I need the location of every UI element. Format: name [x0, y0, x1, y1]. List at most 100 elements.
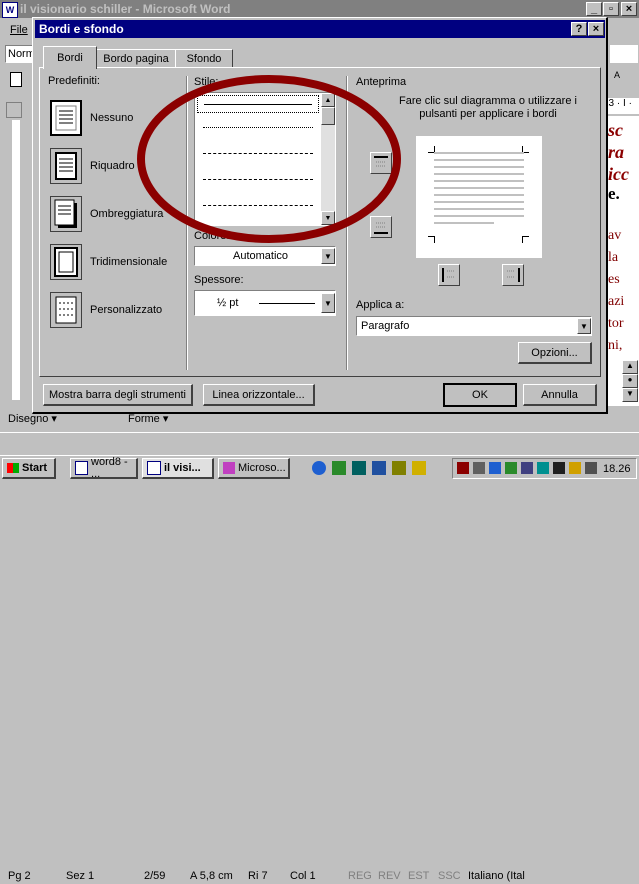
borders-dialog: Bordi e sfondo ? × Bordi Bordo pagina Sf…	[32, 17, 608, 414]
tray-icon-9[interactable]	[585, 462, 597, 474]
channels-icon[interactable]	[372, 461, 386, 475]
preset-riquadro-icon	[55, 152, 77, 180]
doc-line-6: la	[608, 250, 619, 265]
dialog-titlebar: Bordi e sfondo ? ×	[35, 20, 605, 38]
desktop-icon[interactable]	[352, 461, 366, 475]
outlook-icon[interactable]	[332, 461, 346, 475]
task-word8[interactable]: word8 - ...	[70, 456, 138, 480]
task-microsoft[interactable]: Microso...	[218, 458, 290, 479]
style-option-solid[interactable]	[197, 95, 319, 113]
ruler-button[interactable]	[6, 102, 22, 118]
preset-tridimensionale-button[interactable]	[50, 244, 82, 280]
scroll-select-object[interactable]: ●	[622, 374, 638, 388]
doc-line-9: tor	[608, 316, 624, 331]
scroll-thumb[interactable]	[321, 107, 335, 125]
preset-riquadro-button[interactable]	[50, 148, 82, 184]
dialog-help-button[interactable]: ?	[571, 22, 587, 36]
colore-dropdown[interactable]: Automatico ▼	[194, 246, 336, 266]
right-toolbar-icon[interactable]: A	[614, 70, 634, 86]
tray-icon-6[interactable]	[537, 462, 549, 474]
linea-orizzontale-button[interactable]: Linea orizzontale...	[203, 384, 315, 406]
scroll-up-button[interactable]: ▲	[321, 93, 335, 107]
preset-riquadro-label[interactable]: Riquadro	[90, 160, 135, 172]
style-option-dotted[interactable]	[197, 117, 319, 139]
media-icon[interactable]	[392, 461, 406, 475]
new-document-icon[interactable]	[10, 72, 22, 87]
stile-label: Stile:	[194, 76, 219, 88]
status-rev[interactable]: REV	[378, 868, 401, 884]
tray-icon-1[interactable]	[457, 462, 469, 474]
tray-icon-5[interactable]	[521, 462, 533, 474]
quick-launch-icons[interactable]	[312, 461, 442, 477]
preview-line	[434, 208, 524, 210]
word-app-icon[interactable]: W	[2, 2, 18, 18]
status-col: Col 1	[290, 870, 316, 882]
right-toolbar-box[interactable]	[610, 45, 638, 63]
tab-sfondo[interactable]: Sfondo	[175, 49, 233, 68]
preview-line	[434, 187, 524, 189]
folder-icon[interactable]	[412, 461, 426, 475]
ok-button[interactable]: OK	[443, 383, 517, 407]
preset-nessuno-label[interactable]: Nessuno	[90, 112, 133, 124]
stile-listbox[interactable]: ▲ ▼	[194, 92, 336, 226]
preview-line	[434, 180, 524, 182]
anteprima-hint: Fare clic sul diagramma o utilizzare i p…	[399, 95, 577, 120]
annulla-button[interactable]: Annulla	[523, 384, 597, 406]
tab-panel: Predefiniti: Nessuno Riquadro Ombreggiat…	[39, 67, 601, 377]
doc-line-7: es	[608, 272, 620, 287]
preview-line	[434, 166, 524, 168]
colore-dropdown-arrow[interactable]: ▼	[321, 248, 335, 264]
style-option-dashed-small[interactable]	[197, 143, 319, 165]
scroll-down-button[interactable]: ▼	[321, 211, 335, 225]
status-reg[interactable]: REG	[348, 868, 372, 884]
mostra-barra-button[interactable]: Mostra barra degli strumenti	[43, 384, 193, 406]
scroll-prev-page[interactable]: ▲	[622, 360, 638, 374]
preview-diagram[interactable]	[416, 136, 542, 258]
status-ssc[interactable]: SSC	[438, 868, 461, 884]
left-border-button[interactable]	[438, 264, 460, 286]
menu-file[interactable]: File	[10, 24, 28, 36]
spessore-dropdown[interactable]: ½ pt ▼	[194, 290, 336, 316]
preset-personalizzato-label[interactable]: Personalizzato	[90, 304, 162, 316]
task-visionario[interactable]: il visi...	[142, 458, 214, 479]
restore-button[interactable]: ▫	[603, 2, 619, 16]
scroll-next-page[interactable]: ▼	[622, 388, 638, 402]
doc-line-5: av	[608, 228, 622, 243]
preset-tridimensionale-label[interactable]: Tridimensionale	[90, 256, 167, 268]
dialog-close-button[interactable]: ×	[588, 22, 604, 36]
style-box[interactable]: Norm	[5, 45, 35, 63]
stile-scrollbar[interactable]: ▲ ▼	[321, 93, 335, 225]
status-est[interactable]: EST	[408, 868, 429, 884]
tray-icons[interactable]	[457, 462, 597, 476]
ie-icon[interactable]	[312, 461, 326, 475]
tray-icon-3[interactable]	[489, 462, 501, 474]
tab-bordo-pagina[interactable]: Bordo pagina	[96, 49, 176, 68]
preset-ombreggiatura-button[interactable]	[50, 196, 82, 232]
tray-icon-4[interactable]	[505, 462, 517, 474]
style-option-dash-dot[interactable]	[197, 195, 319, 217]
preview-line	[434, 152, 524, 154]
bottom-border-button[interactable]	[370, 216, 392, 238]
minimize-button[interactable]: _	[586, 2, 602, 16]
applica-dropdown[interactable]: Paragrafo ▼	[356, 316, 592, 336]
spessore-value: ½ pt	[217, 297, 239, 309]
tray-icon-2[interactable]	[473, 462, 485, 474]
preset-personalizzato-button[interactable]	[50, 292, 82, 328]
spessore-dropdown-arrow[interactable]: ▼	[321, 293, 335, 313]
style-option-dashed[interactable]	[197, 169, 319, 191]
preset-ombreggiatura-label[interactable]: Ombreggiatura	[90, 208, 163, 220]
top-border-button[interactable]	[370, 152, 392, 174]
tab-bordi[interactable]: Bordi	[43, 46, 97, 69]
corner-mark-bl	[428, 236, 435, 243]
preset-nessuno-button[interactable]	[50, 100, 82, 136]
start-button[interactable]: Start	[2, 458, 56, 479]
taskbar: Start word8 - ... il visi... Microso...	[0, 455, 639, 480]
speaker-icon[interactable]	[553, 462, 565, 474]
opzioni-button[interactable]: Opzioni...	[518, 342, 592, 364]
tray-icon-8[interactable]	[569, 462, 581, 474]
close-window-button[interactable]: ×	[621, 2, 637, 16]
app-task-icon	[223, 462, 235, 474]
right-border-button[interactable]	[502, 264, 524, 286]
dash-dot-line	[203, 205, 313, 206]
applica-dropdown-arrow[interactable]: ▼	[577, 318, 591, 334]
